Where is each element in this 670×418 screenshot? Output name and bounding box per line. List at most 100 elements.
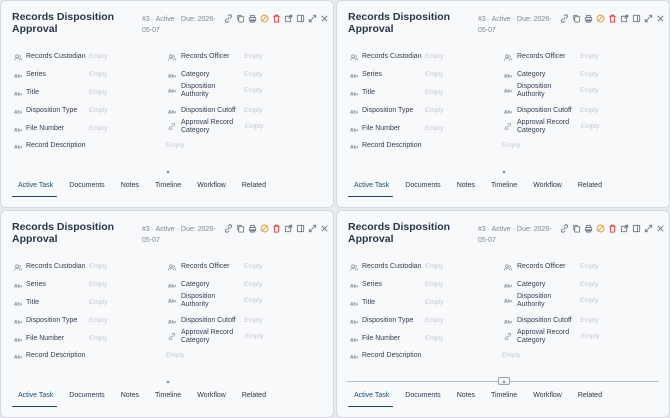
- tab-active-task[interactable]: Active Task: [348, 390, 394, 407]
- tab-active-task[interactable]: Active Task: [12, 180, 58, 197]
- copy-icon[interactable]: [235, 13, 246, 24]
- copy-icon[interactable]: [571, 223, 582, 234]
- field-value[interactable]: Empty: [425, 107, 443, 114]
- field-value[interactable]: Empty: [580, 297, 598, 304]
- field-value[interactable]: Empty: [244, 263, 262, 270]
- panel-icon[interactable]: [631, 13, 642, 24]
- tab-documents[interactable]: Documents: [399, 180, 444, 197]
- tab-workflow[interactable]: Workflow: [527, 180, 566, 197]
- field-value[interactable]: Empty: [245, 333, 263, 340]
- field-value[interactable]: Empty: [245, 123, 263, 130]
- cancel-icon[interactable]: [259, 223, 270, 234]
- collapse-button[interactable]: ▴: [498, 167, 510, 175]
- field-value[interactable]: Empty: [89, 281, 107, 288]
- collapse-button[interactable]: ▴: [162, 377, 174, 385]
- field-value[interactable]: Empty: [425, 281, 443, 288]
- field-value[interactable]: Empty: [244, 107, 262, 114]
- copy-icon[interactable]: [235, 223, 246, 234]
- field-value[interactable]: Empty: [89, 125, 107, 132]
- field-value[interactable]: Empty: [425, 317, 443, 324]
- field-value[interactable]: Empty: [425, 299, 443, 306]
- field-value[interactable]: Empty: [425, 71, 443, 78]
- field-value[interactable]: Empty: [580, 281, 598, 288]
- close-icon[interactable]: [655, 223, 666, 234]
- collapse-button[interactable]: ▴: [498, 377, 510, 385]
- field-value[interactable]: Empty: [425, 335, 443, 342]
- collapse-button[interactable]: ▴: [162, 167, 174, 175]
- tab-documents[interactable]: Documents: [63, 180, 108, 197]
- expand-icon[interactable]: [307, 223, 318, 234]
- tab-documents[interactable]: Documents: [399, 390, 444, 407]
- external-link-icon[interactable]: [283, 13, 294, 24]
- field-value[interactable]: Empty: [244, 53, 262, 60]
- cancel-icon[interactable]: [595, 13, 606, 24]
- tab-notes[interactable]: Notes: [115, 390, 143, 407]
- delete-icon[interactable]: [271, 223, 282, 234]
- tab-active-task[interactable]: Active Task: [12, 390, 58, 407]
- close-icon[interactable]: [319, 13, 330, 24]
- field-value[interactable]: Empty: [425, 89, 443, 96]
- print-icon[interactable]: [583, 223, 594, 234]
- field-value[interactable]: Empty: [244, 87, 262, 94]
- link-icon[interactable]: [223, 223, 234, 234]
- tab-related[interactable]: Related: [236, 390, 270, 407]
- field-value[interactable]: Empty: [580, 107, 598, 114]
- field-value[interactable]: Empty: [581, 333, 599, 340]
- field-value[interactable]: Empty: [425, 125, 443, 132]
- panel-icon[interactable]: [295, 13, 306, 24]
- tab-timeline[interactable]: Timeline: [149, 390, 185, 407]
- panel-icon[interactable]: [631, 223, 642, 234]
- tab-documents[interactable]: Documents: [63, 390, 108, 407]
- close-icon[interactable]: [655, 13, 666, 24]
- print-icon[interactable]: [247, 13, 258, 24]
- tab-timeline[interactable]: Timeline: [149, 180, 185, 197]
- expand-icon[interactable]: [643, 223, 654, 234]
- print-icon[interactable]: [583, 13, 594, 24]
- cancel-icon[interactable]: [259, 13, 270, 24]
- field-value[interactable]: Empty: [502, 352, 520, 359]
- tab-workflow[interactable]: Workflow: [527, 390, 566, 407]
- field-value[interactable]: Empty: [166, 352, 184, 359]
- delete-icon[interactable]: [271, 13, 282, 24]
- field-value[interactable]: Empty: [89, 53, 107, 60]
- copy-icon[interactable]: [571, 13, 582, 24]
- expand-icon[interactable]: [643, 13, 654, 24]
- tab-workflow[interactable]: Workflow: [191, 390, 230, 407]
- tab-notes[interactable]: Notes: [115, 180, 143, 197]
- external-link-icon[interactable]: [619, 13, 630, 24]
- close-icon[interactable]: [319, 223, 330, 234]
- field-value[interactable]: Empty: [425, 263, 443, 270]
- field-value[interactable]: Empty: [244, 71, 262, 78]
- field-value[interactable]: Empty: [89, 317, 107, 324]
- print-icon[interactable]: [247, 223, 258, 234]
- field-value[interactable]: Empty: [581, 123, 599, 130]
- field-value[interactable]: Empty: [580, 53, 598, 60]
- tab-related[interactable]: Related: [236, 180, 270, 197]
- field-value[interactable]: Empty: [244, 317, 262, 324]
- field-value[interactable]: Empty: [89, 107, 107, 114]
- tab-related[interactable]: Related: [572, 390, 606, 407]
- field-value[interactable]: Empty: [166, 142, 184, 149]
- external-link-icon[interactable]: [619, 223, 630, 234]
- link-icon[interactable]: [559, 223, 570, 234]
- tab-related[interactable]: Related: [572, 180, 606, 197]
- external-link-icon[interactable]: [283, 223, 294, 234]
- field-value[interactable]: Empty: [244, 281, 262, 288]
- cancel-icon[interactable]: [595, 223, 606, 234]
- link-icon[interactable]: [223, 13, 234, 24]
- tab-notes[interactable]: Notes: [451, 180, 479, 197]
- field-value[interactable]: Empty: [425, 53, 443, 60]
- field-value[interactable]: Empty: [89, 263, 107, 270]
- field-value[interactable]: Empty: [244, 297, 262, 304]
- tab-workflow[interactable]: Workflow: [191, 180, 230, 197]
- expand-icon[interactable]: [307, 13, 318, 24]
- field-value[interactable]: Empty: [502, 142, 520, 149]
- delete-icon[interactable]: [607, 223, 618, 234]
- field-value[interactable]: Empty: [580, 71, 598, 78]
- field-value[interactable]: Empty: [89, 335, 107, 342]
- tab-active-task[interactable]: Active Task: [348, 180, 394, 197]
- panel-icon[interactable]: [295, 223, 306, 234]
- tab-timeline[interactable]: Timeline: [485, 390, 521, 407]
- field-value[interactable]: Empty: [89, 299, 107, 306]
- field-value[interactable]: Empty: [580, 87, 598, 94]
